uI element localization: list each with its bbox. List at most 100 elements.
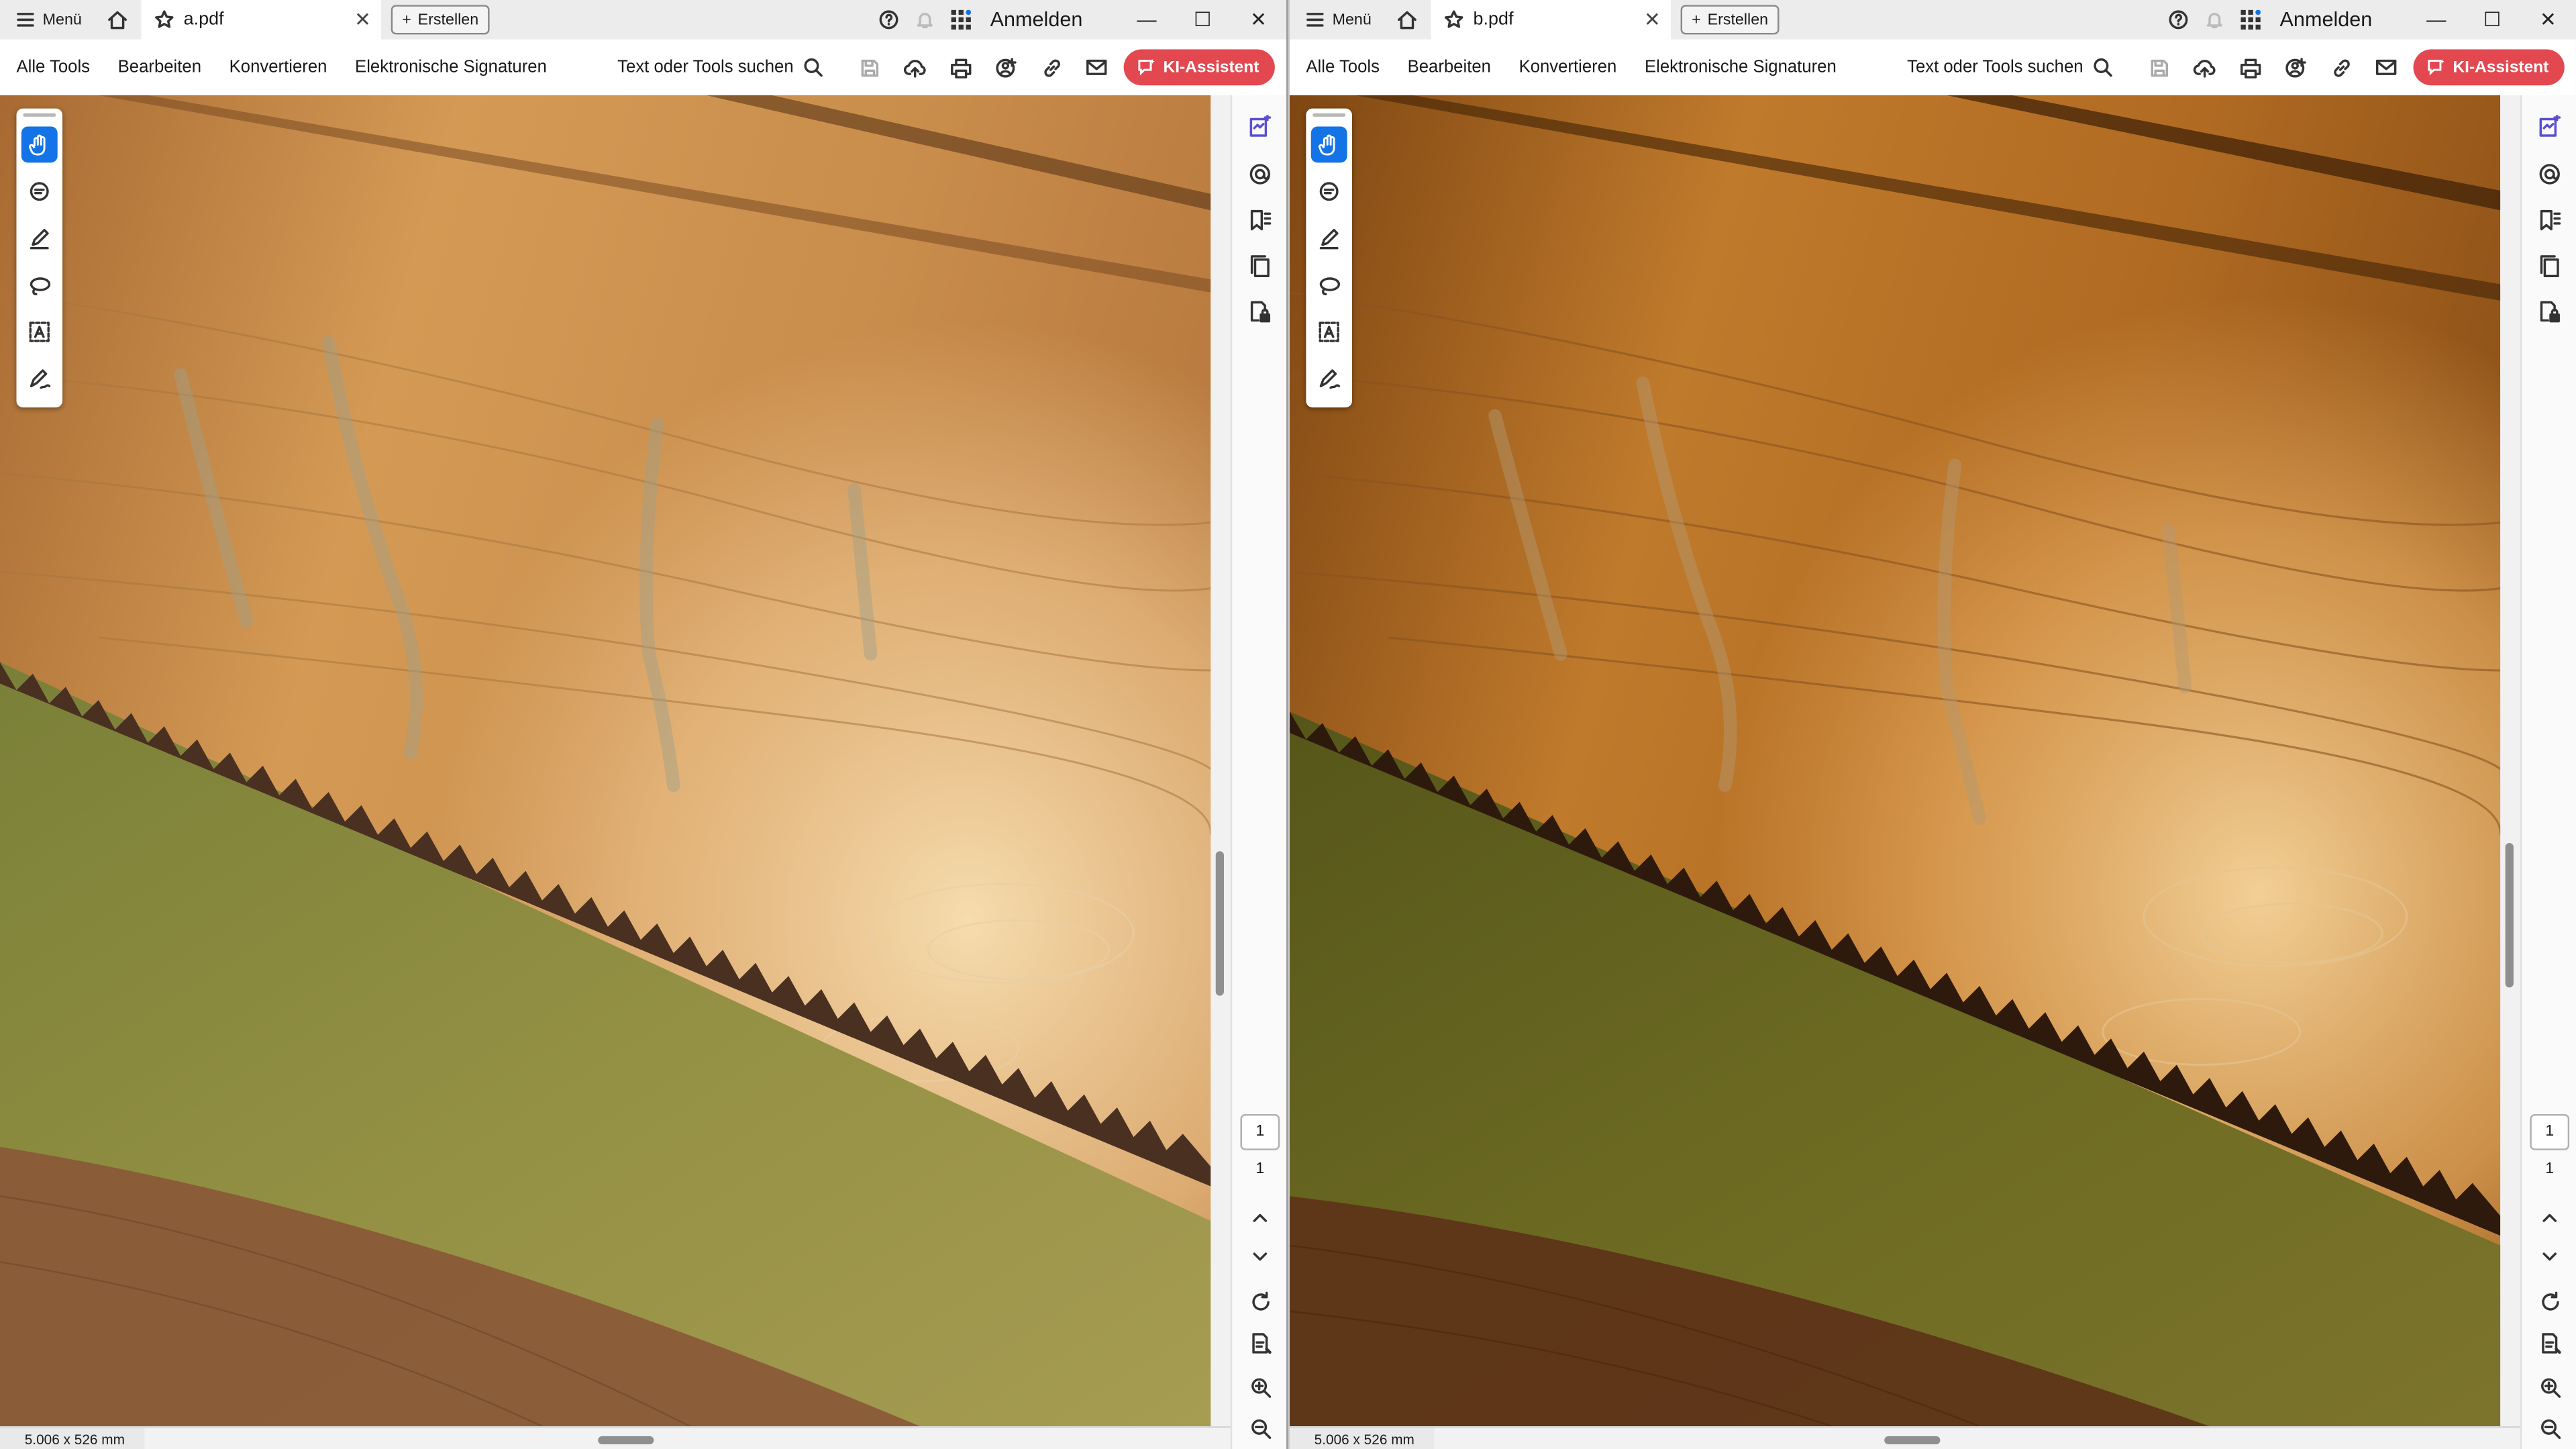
protect-button[interactable] (2535, 297, 2565, 327)
palette-grip[interactable] (23, 113, 56, 117)
horizontal-scroll-thumb[interactable] (1884, 1436, 1941, 1445)
sign-tool-button[interactable] (21, 362, 58, 398)
star-icon[interactable] (1443, 10, 1463, 30)
create-button[interactable]: + Erstellen (1680, 5, 1780, 35)
menu-button[interactable]: Menü (0, 0, 95, 40)
signin-link[interactable]: Anmelden (2280, 8, 2373, 31)
star-icon[interactable] (154, 10, 174, 30)
menu-edit[interactable]: Bearbeiten (118, 58, 201, 77)
maximize-icon[interactable]: ☐ (1175, 8, 1231, 31)
home-button[interactable] (1384, 0, 1431, 40)
organize-pages-button[interactable] (2535, 111, 2565, 141)
comments-panel-button[interactable] (2535, 159, 2565, 189)
close-tab-icon[interactable]: ✕ (354, 8, 371, 31)
comments-panel-button[interactable] (1245, 159, 1275, 189)
ai-assistant-button[interactable]: KI-Assistent (2413, 49, 2565, 86)
text-select-tool-button[interactable] (1311, 314, 1347, 350)
zoom-in-button[interactable] (2535, 1372, 2565, 1401)
highlight-tool-button[interactable] (1311, 220, 1347, 256)
menu-all-tools[interactable]: Alle Tools (1306, 58, 1380, 77)
horizontal-scroll-thumb[interactable] (598, 1436, 654, 1445)
close-window-icon[interactable]: ✕ (1231, 8, 1286, 31)
minimize-icon[interactable]: — (1119, 8, 1174, 31)
comments-icon (2539, 164, 2560, 185)
zoom-out-button[interactable] (2535, 1413, 2565, 1443)
hand-tool-button[interactable] (1310, 126, 1347, 163)
save-icon[interactable] (2149, 56, 2171, 78)
palette-grip[interactable] (1312, 113, 1346, 117)
search-tools[interactable]: Text oder Tools suchen (1907, 58, 2113, 77)
bell-icon[interactable] (915, 10, 934, 30)
document-view[interactable] (0, 95, 1211, 1427)
lasso-tool-button[interactable] (21, 268, 58, 304)
previous-page-button[interactable] (1245, 1203, 1275, 1232)
scroll-thumb[interactable] (1215, 851, 1224, 996)
rotate-button[interactable] (1245, 1287, 1275, 1316)
minimize-icon[interactable]: — (2408, 8, 2464, 31)
page-number-input[interactable]: 1 (2530, 1113, 2570, 1150)
document-tab[interactable]: b.pdf ✕ (1430, 0, 1671, 40)
document-view[interactable] (1289, 95, 2501, 1427)
bookmarks-button[interactable] (1245, 205, 1275, 235)
save-icon[interactable] (860, 56, 881, 78)
help-icon[interactable] (2168, 10, 2187, 30)
document-tab[interactable]: a.pdf ✕ (140, 0, 381, 40)
share-user-icon[interactable] (2285, 56, 2308, 78)
close-window-icon[interactable]: ✕ (2520, 8, 2576, 31)
chevron-up-icon (2542, 1213, 2557, 1222)
email-icon[interactable] (1086, 58, 1107, 77)
share-user-icon[interactable] (996, 56, 1019, 78)
next-page-button[interactable] (2535, 1242, 2565, 1272)
page-thumbnails-button[interactable] (1245, 252, 1275, 281)
link-icon[interactable] (2331, 56, 2353, 78)
apps-grid-icon[interactable] (2240, 9, 2261, 30)
next-page-button[interactable] (1245, 1242, 1275, 1272)
lasso-tool-button[interactable] (1311, 268, 1347, 304)
ai-assistant-button[interactable]: KI-Assistent (1123, 49, 1276, 86)
menu-all-tools[interactable]: Alle Tools (16, 58, 90, 77)
maximize-icon[interactable]: ☐ (2464, 8, 2520, 31)
protect-button[interactable] (1245, 297, 1275, 327)
menu-button[interactable]: Menü (1290, 0, 1384, 40)
bookmarks-button[interactable] (2535, 205, 2565, 235)
menu-convert[interactable]: Konvertieren (1519, 58, 1617, 77)
link-icon[interactable] (1041, 56, 1063, 78)
menu-convert[interactable]: Konvertieren (229, 58, 327, 77)
cloud-upload-icon[interactable] (904, 56, 927, 78)
bell-icon[interactable] (2204, 10, 2224, 30)
vertical-scrollbar[interactable] (2500, 95, 2520, 1427)
zoom-in-button[interactable] (1245, 1372, 1275, 1401)
hand-icon (29, 134, 46, 156)
menu-edit[interactable]: Bearbeiten (1408, 58, 1491, 77)
sign-tool-button[interactable] (1311, 362, 1347, 398)
close-tab-icon[interactable]: ✕ (1644, 8, 1661, 31)
organize-pages-button[interactable] (1245, 111, 1275, 141)
menu-esign[interactable]: Elektronische Signaturen (1645, 58, 1837, 77)
highlight-tool-button[interactable] (21, 220, 58, 256)
page-number-input[interactable]: 1 (1240, 1113, 1280, 1150)
previous-page-button[interactable] (2535, 1203, 2565, 1232)
comment-tool-button[interactable] (21, 174, 58, 211)
print-icon[interactable] (2239, 56, 2262, 78)
text-select-tool-button[interactable] (21, 314, 58, 350)
vertical-scrollbar[interactable] (1210, 95, 1231, 1427)
hand-tool-button[interactable] (21, 126, 58, 163)
email-icon[interactable] (2375, 58, 2397, 77)
menu-esign[interactable]: Elektronische Signaturen (355, 58, 547, 77)
print-icon[interactable] (949, 56, 972, 78)
page-display-button[interactable] (2535, 1328, 2565, 1357)
lock-document-icon (2540, 301, 2560, 323)
signin-link[interactable]: Anmelden (990, 8, 1083, 31)
cloud-upload-icon[interactable] (2194, 56, 2216, 78)
zoom-out-button[interactable] (1245, 1413, 1275, 1443)
home-button[interactable] (95, 0, 141, 40)
scroll-thumb[interactable] (2505, 842, 2514, 988)
help-icon[interactable] (878, 10, 898, 30)
apps-grid-icon[interactable] (950, 9, 971, 30)
search-tools[interactable]: Text oder Tools suchen (617, 58, 823, 77)
rotate-button[interactable] (2535, 1287, 2565, 1316)
create-button[interactable]: + Erstellen (391, 5, 491, 35)
page-thumbnails-button[interactable] (2535, 252, 2565, 281)
comment-tool-button[interactable] (1311, 174, 1347, 211)
page-display-button[interactable] (1245, 1328, 1275, 1357)
